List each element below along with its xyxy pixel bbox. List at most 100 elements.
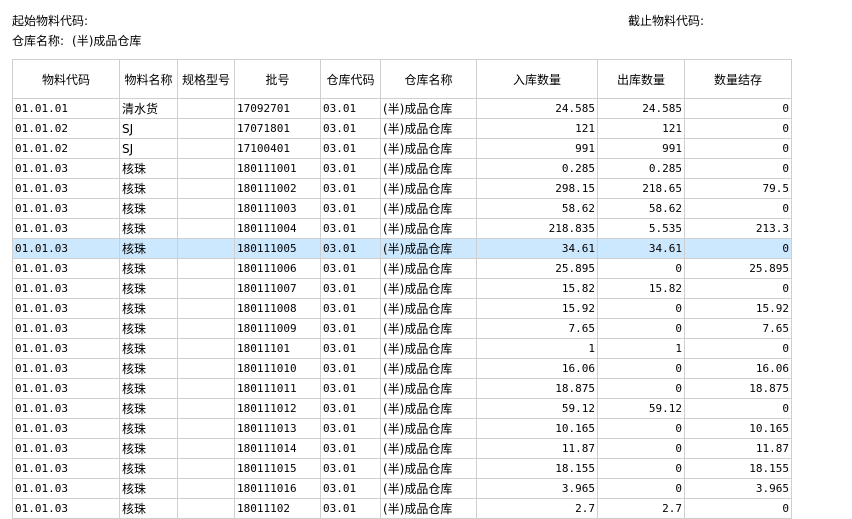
spec-model-cell [177,178,235,199]
material-name-cell: 核珠 [119,198,178,219]
column-header-material-code[interactable]: 物料代码 [12,59,120,99]
table-row[interactable]: 01.01.03 核珠 180111003 03.01 (半)成品仓库 58.62 58.6… [12,198,792,219]
warehouse-name-cell: (半)成品仓库 [380,358,477,379]
column-header-material-name[interactable]: 物料名称 [119,59,178,99]
table-row[interactable]: 01.01.02 SJ 17071801 03.01 (半)成品仓库 121 121 0 [12,118,792,139]
balance-qty-cell: 79.5 [684,178,792,199]
outbound-qty-cell: 0 [597,298,685,319]
table-row[interactable]: 01.01.03 核珠 180111004 03.01 (半)成品仓库 218.835 5.… [12,218,792,239]
column-header-outbound-qty[interactable]: 出库数量 [597,59,685,99]
inbound-qty-cell: 25.895 [476,258,598,279]
batch-no-cell: 180111002 [234,178,321,199]
warehouse-code-cell: 03.01 [320,178,381,199]
warehouse-name-label: 仓库名称: [12,34,65,48]
batch-no-cell: 180111013 [234,418,321,439]
table-row[interactable]: 01.01.03 核珠 180111010 03.01 (半)成品仓库 16.06 0 16.… [12,358,792,379]
balance-qty-cell: 0 [684,138,792,159]
material-name-cell: 核珠 [119,218,178,239]
warehouse-name-cell: (半)成品仓库 [380,318,477,339]
warehouse-code-cell: 03.01 [320,478,381,499]
spec-model-cell [177,118,235,139]
material-name-cell: 核珠 [119,258,178,279]
table-row[interactable]: 01.01.02 SJ 17100401 03.01 (半)成品仓库 991 991 0 [12,138,792,159]
outbound-qty-cell: 58.62 [597,198,685,219]
outbound-qty-cell: 0 [597,438,685,459]
table-row[interactable]: 01.01.03 核珠 18011101 03.01 (半)成品仓库 1 1 0 [12,338,792,359]
batch-no-cell: 180111015 [234,458,321,479]
warehouse-code-cell: 03.01 [320,218,381,239]
warehouse-code-cell: 03.01 [320,198,381,219]
spec-model-cell [177,458,235,479]
warehouse-code-cell: 03.01 [320,258,381,279]
material-name-cell: SJ [119,138,178,159]
table-row[interactable]: 01.01.03 核珠 180111011 03.01 (半)成品仓库 18.875 0 18… [12,378,792,399]
table-row[interactable]: 01.01.03 核珠 180111007 03.01 (半)成品仓库 15.82 15.8… [12,278,792,299]
balance-qty-cell: 0 [684,238,792,259]
outbound-qty-cell: 0 [597,378,685,399]
batch-no-cell: 180111008 [234,298,321,319]
table-row[interactable]: 01.01.03 核珠 180111005 03.01 (半)成品仓库 34.61 34.6… [12,238,792,259]
table-row[interactable]: 01.01.03 核珠 180111015 03.01 (半)成品仓库 18.155 0 18… [12,458,792,479]
inbound-qty-cell: 18.875 [476,378,598,399]
table-row[interactable]: 01.01.03 核珠 180111002 03.01 (半)成品仓库 298.15 218… [12,178,792,199]
material-name-cell: 核珠 [119,418,178,439]
column-header-batch-no[interactable]: 批号 [234,59,321,99]
warehouse-code-cell: 03.01 [320,418,381,439]
warehouse-code-cell: 03.01 [320,98,381,119]
batch-no-cell: 180111006 [234,258,321,279]
inbound-qty-cell: 298.15 [476,178,598,199]
table-row[interactable]: 01.01.03 核珠 180111008 03.01 (半)成品仓库 15.92 0 15.… [12,298,792,319]
batch-no-cell: 180111014 [234,438,321,459]
warehouse-code-cell: 03.01 [320,138,381,159]
inbound-qty-cell: 15.92 [476,298,598,319]
spec-model-cell [177,438,235,459]
warehouse-name-cell: (半)成品仓库 [380,338,477,359]
material-code-cell: 01.01.03 [12,298,120,319]
spec-model-cell [177,358,235,379]
column-header-warehouse-name[interactable]: 仓库名称 [380,59,477,99]
table-row[interactable]: 01.01.03 核珠 180111016 03.01 (半)成品仓库 3.965 0 3.9… [12,478,792,499]
table-row[interactable]: 01.01.03 核珠 180111001 03.01 (半)成品仓库 0.285 0.28… [12,158,792,179]
table-body: 01.01.01 清水货 17092701 03.01 (半)成品仓库 24.585 24.… [12,98,792,519]
table-row[interactable]: 01.01.03 核珠 180111012 03.01 (半)成品仓库 59.12 59.1… [12,398,792,419]
balance-qty-cell: 7.65 [684,318,792,339]
warehouse-name-cell: (半)成品仓库 [380,298,477,319]
warehouse-code-cell: 03.01 [320,118,381,139]
batch-no-cell: 180111009 [234,318,321,339]
column-header-inbound-qty[interactable]: 入库数量 [476,59,598,99]
inbound-qty-cell: 58.62 [476,198,598,219]
outbound-qty-cell: 59.12 [597,398,685,419]
table-row[interactable]: 01.01.03 核珠 180111014 03.01 (半)成品仓库 11.87 0 11.… [12,438,792,459]
batch-no-cell: 180111004 [234,218,321,239]
material-name-cell: 核珠 [119,438,178,459]
material-code-cell: 01.01.03 [12,358,120,379]
warehouse-name-cell: (半)成品仓库 [380,398,477,419]
batch-no-cell: 18011101 [234,338,321,359]
table-row[interactable]: 01.01.03 核珠 180111013 03.01 (半)成品仓库 10.165 0 10… [12,418,792,439]
column-header-balance-qty[interactable]: 数量结存 [684,59,792,99]
inbound-qty-cell: 24.585 [476,98,598,119]
material-code-cell: 01.01.03 [12,278,120,299]
warehouse-code-cell: 03.01 [320,278,381,299]
spec-model-cell [177,98,235,119]
column-header-warehouse-code[interactable]: 仓库代码 [320,59,381,99]
spec-model-cell [177,258,235,279]
table-row[interactable]: 01.01.03 核珠 180111009 03.01 (半)成品仓库 7.65 0 7.65 [12,318,792,339]
batch-no-cell: 180111010 [234,358,321,379]
warehouse-code-cell: 03.01 [320,458,381,479]
material-name-cell: 核珠 [119,238,178,259]
spec-model-cell [177,378,235,399]
column-header-spec-model[interactable]: 规格型号 [177,59,235,99]
warehouse-filter: 仓库名称: (半)成品仓库 [12,33,141,49]
outbound-qty-cell: 34.61 [597,238,685,259]
outbound-qty-cell: 15.82 [597,278,685,299]
spec-model-cell [177,338,235,359]
inbound-qty-cell: 3.965 [476,478,598,499]
spec-model-cell [177,398,235,419]
material-name-cell: 核珠 [119,478,178,499]
warehouse-code-cell: 03.01 [320,298,381,319]
warehouse-name-cell: (半)成品仓库 [380,158,477,179]
table-row[interactable]: 01.01.01 清水货 17092701 03.01 (半)成品仓库 24.585 24.… [12,98,792,119]
material-code-cell: 01.01.01 [12,98,120,119]
table-row[interactable]: 01.01.03 核珠 180111006 03.01 (半)成品仓库 25.895 0 25… [12,258,792,279]
